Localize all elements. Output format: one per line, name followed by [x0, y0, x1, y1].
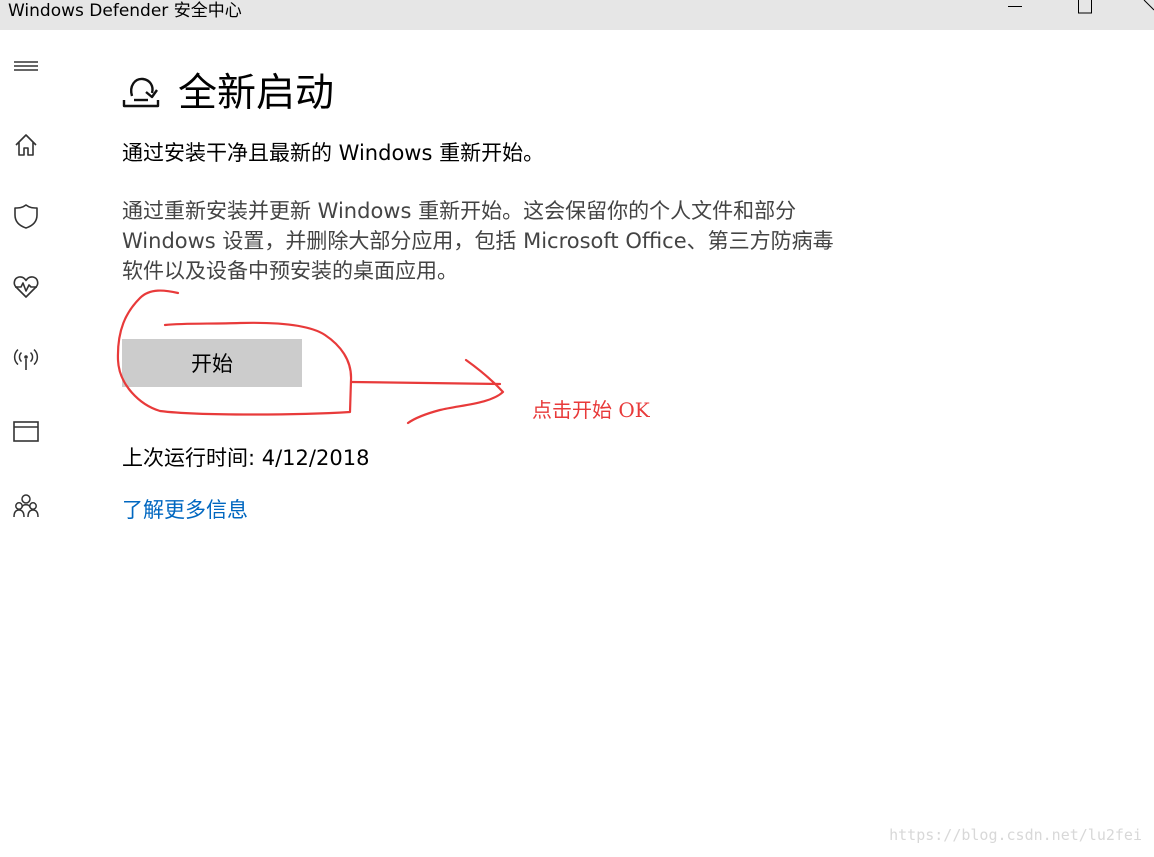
minimize-icon: [1008, 6, 1022, 7]
annotation-note: 点击开始 OK: [532, 398, 650, 422]
last-run-time: 上次运行时间: 4/12/2018: [122, 446, 370, 470]
close-button[interactable]: [1126, 0, 1154, 30]
wireless-network-icon: [13, 348, 39, 370]
page-subtitle: 通过安装干净且最新的 Windows 重新开始。: [122, 141, 545, 165]
maximize-icon: [1078, 0, 1092, 14]
learn-more-link[interactable]: 了解更多信息: [122, 494, 248, 524]
minimize-button[interactable]: [994, 0, 1040, 30]
sidebar-item-virus-protection[interactable]: [12, 202, 40, 230]
shield-icon: [14, 204, 38, 229]
hamburger-menu-icon: [14, 61, 38, 71]
watermark: https://blog.csdn.net/lu2fei: [889, 826, 1142, 844]
annotation-marker: [116, 289, 505, 425]
sidebar-item-firewall-network[interactable]: [12, 345, 40, 373]
maximize-button[interactable]: [1062, 0, 1108, 30]
fresh-start-icon: [120, 70, 164, 110]
sidebar-item-home[interactable]: [12, 131, 40, 159]
heart-pulse-icon: [13, 276, 39, 298]
title-bar: Windows Defender 安全中心: [0, 0, 1154, 30]
page-title: 全新启动: [178, 71, 335, 116]
page-description: 通过重新安装并更新 Windows 重新开始。这会保留你的个人文件和部分 Win…: [122, 199, 834, 283]
sidebar-item-device-health[interactable]: [12, 273, 40, 301]
sidebar-item-app-browser-control[interactable]: [12, 418, 40, 446]
sidebar-item-family-options[interactable]: [12, 492, 40, 520]
annotation-arrow: [350, 358, 505, 425]
window-title: Windows Defender 安全中心: [8, 1, 242, 21]
hamburger-menu-button[interactable]: [12, 52, 40, 80]
family-icon: [13, 494, 39, 518]
app-browser-icon: [13, 421, 39, 442]
close-icon: [1143, 0, 1154, 11]
home-icon: [15, 134, 37, 156]
start-button[interactable]: 开始: [122, 339, 302, 387]
